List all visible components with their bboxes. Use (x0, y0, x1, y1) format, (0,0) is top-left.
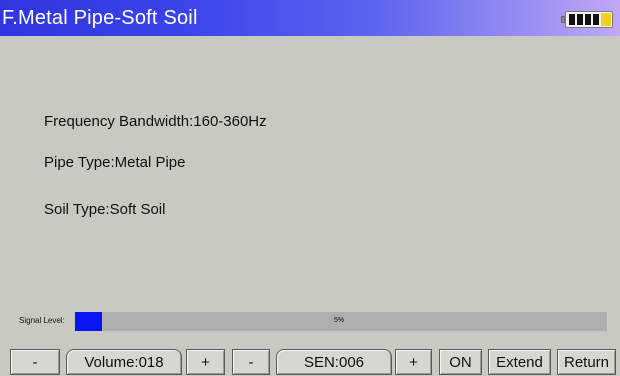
page-title: F.Metal Pipe-Soft Soil (2, 7, 198, 29)
signal-level-label: Signal Level: (19, 316, 65, 325)
battery-bar (577, 14, 583, 25)
signal-level-fill (75, 312, 102, 331)
battery-charge-indicator (601, 13, 611, 26)
volume-display[interactable]: Volume:018 (66, 349, 182, 375)
signal-level-bar: 5% (75, 312, 607, 331)
battery-bar (569, 14, 575, 25)
signal-level-percent: 5% (334, 317, 345, 324)
frequency-bandwidth-text: Frequency Bandwidth:160-360Hz (44, 113, 267, 130)
return-button[interactable]: Return (557, 349, 616, 375)
battery-icon (561, 11, 613, 28)
sensitivity-increase-button[interactable]: + (395, 349, 432, 375)
sensitivity-decrease-button[interactable]: - (232, 349, 270, 375)
pipe-type-text: Pipe Type:Metal Pipe (44, 154, 186, 171)
extend-button[interactable]: Extend (488, 349, 551, 375)
on-button[interactable]: ON (439, 349, 482, 375)
battery-bar (585, 14, 591, 25)
battery-bar (593, 14, 599, 25)
title-bar: F.Metal Pipe-Soft Soil (0, 0, 620, 36)
volume-decrease-button[interactable]: - (10, 349, 60, 375)
volume-increase-button[interactable]: + (186, 349, 225, 375)
battery-terminal (561, 16, 565, 23)
soil-type-text: Soil Type:Soft Soil (44, 201, 166, 218)
sensitivity-display[interactable]: SEN:006 (276, 349, 392, 375)
